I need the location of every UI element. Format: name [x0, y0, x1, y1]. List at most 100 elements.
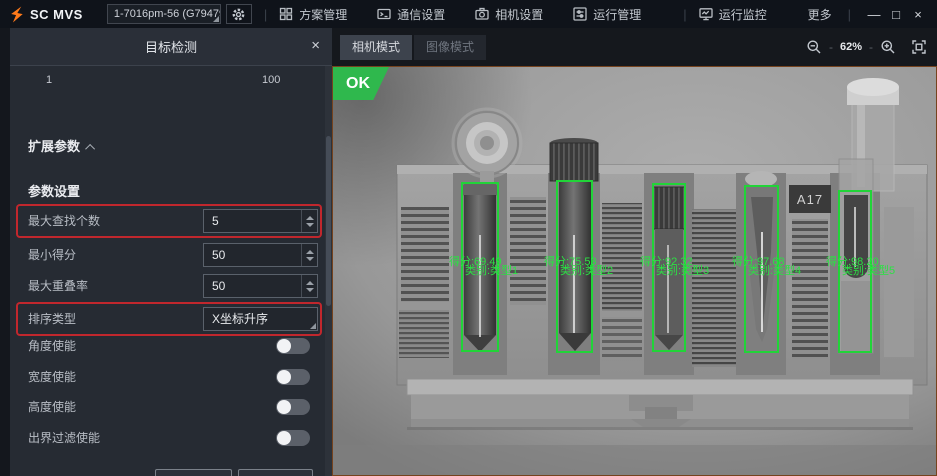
- toggle-row-width-enable: 宽度使能: [28, 367, 310, 387]
- chevron-up-icon: [85, 144, 95, 154]
- menu-run-monitor[interactable]: 运行监控: [699, 6, 767, 23]
- toggle-row-height-enable: 高度使能: [28, 397, 310, 417]
- zoom-in-icon[interactable]: [880, 39, 896, 55]
- camera-icon: [475, 7, 489, 21]
- slider-scale: 1 100: [10, 74, 310, 90]
- spin-down-icon[interactable]: [306, 257, 314, 261]
- height-enable-toggle[interactable]: [276, 399, 310, 415]
- toggle-row-outbound-filter-enable: 出界过滤使能: [28, 428, 310, 448]
- menu-label: 相机设置: [495, 6, 543, 23]
- detection-class-label: 类别:类型2: [560, 266, 613, 277]
- section-extended-params[interactable]: 扩展参数: [28, 136, 95, 155]
- param-label: 最大查找个数: [28, 206, 100, 236]
- spinner-buttons[interactable]: [301, 275, 317, 297]
- sort-type-dropdown[interactable]: X坐标升序: [203, 307, 318, 331]
- main-area: 目标检测 × 1 100 扩展参数 参数设置 最大查找个数 5 最小得分 50: [0, 28, 937, 476]
- scrollbar-thumb[interactable]: [326, 136, 331, 306]
- spinner-buttons[interactable]: [301, 210, 317, 232]
- spin-down-icon[interactable]: [306, 288, 314, 292]
- spin-up-icon[interactable]: [306, 250, 314, 254]
- tab-image-mode[interactable]: 图像模式: [414, 35, 486, 60]
- param-value: 50: [212, 275, 225, 297]
- monitor-icon: [699, 7, 713, 21]
- panel-close-icon[interactable]: ×: [311, 37, 320, 54]
- device-select-value: 1-7016pm-56 (G79479: [114, 8, 221, 20]
- param-value: 5: [212, 210, 219, 232]
- detection-class-label: 类别:类型3: [656, 266, 709, 277]
- toggle-knob: [277, 370, 291, 384]
- minimize-button[interactable]: —: [863, 7, 885, 22]
- zoom-level: 62%: [840, 41, 862, 53]
- toggle-row-angle-enable: 角度使能: [28, 336, 310, 356]
- target-detection-panel: 目标检测 × 1 100 扩展参数 参数设置 最大查找个数 5 最小得分 50: [10, 28, 332, 476]
- fit-view-button[interactable]: [911, 39, 927, 55]
- param-label: 最大重叠率: [28, 271, 88, 301]
- param-row-max-overlap: 最大重叠率 50: [18, 271, 320, 301]
- toggle-label: 宽度使能: [28, 370, 76, 384]
- panel-scrollbar[interactable]: [325, 66, 332, 476]
- max-overlap-input[interactable]: 50: [203, 274, 318, 298]
- param-label: 最小得分: [28, 240, 76, 270]
- toggle-knob: [277, 339, 291, 353]
- fit-view-icon: [911, 39, 927, 55]
- spinner-buttons[interactable]: [301, 244, 317, 266]
- toggle-knob: [277, 400, 291, 414]
- menu-label: 运行监控: [719, 6, 767, 23]
- rack-slot-label: A17: [789, 185, 831, 213]
- cancel-button-partial[interactable]: [238, 469, 313, 476]
- detection-class-label: 类别:类型1: [465, 266, 518, 277]
- spin-up-icon[interactable]: [306, 281, 314, 285]
- angle-enable-toggle[interactable]: [276, 338, 310, 354]
- device-select[interactable]: 1-7016pm-56 (G79479: [107, 4, 221, 24]
- menu-solution-management[interactable]: 方案管理: [279, 6, 347, 23]
- zoom-separator: -: [869, 40, 873, 54]
- zoom-separator: -: [829, 40, 833, 54]
- maximize-button[interactable]: □: [885, 7, 907, 22]
- spin-down-icon[interactable]: [306, 223, 314, 227]
- param-value: 50: [212, 244, 225, 266]
- image-viewport[interactable]: 得分:69.49类别:类型1得分:75.53类别:类型2得分:92.32类别:类…: [332, 66, 937, 476]
- toolbar-divider: |: [848, 7, 851, 22]
- param-row-min-score: 最小得分 50: [18, 240, 320, 270]
- title-bar: SC MVS 1-7016pm-56 (G79479 | 方案管理 通信设置 相…: [0, 0, 937, 28]
- left-rail: [0, 28, 10, 476]
- close-button[interactable]: ×: [907, 7, 929, 22]
- viewer-toolbar: 相机模式 图像模式 - 62% -: [332, 28, 937, 66]
- toggle-label: 角度使能: [28, 339, 76, 353]
- confirm-button-partial[interactable]: [155, 469, 232, 476]
- detections-layer: 得分:69.49类别:类型1得分:75.53类别:类型2得分:92.32类别:类…: [333, 67, 936, 475]
- panel-header: 目标检测 ×: [10, 28, 332, 66]
- menu-label: 方案管理: [299, 6, 347, 23]
- param-row-max-find-count: 最大查找个数 5: [18, 206, 320, 236]
- min-score-input[interactable]: 50: [203, 243, 318, 267]
- toggle-knob: [277, 431, 291, 445]
- sliders-icon: [573, 7, 587, 21]
- detection-class-label: 类别:类型5: [842, 266, 895, 277]
- width-enable-toggle[interactable]: [276, 369, 310, 385]
- menu-communication-settings[interactable]: 通信设置: [377, 6, 445, 23]
- terminal-icon: [377, 7, 391, 21]
- panel-title: 目标检测: [145, 37, 197, 56]
- outbound-filter-enable-toggle[interactable]: [276, 430, 310, 446]
- section-extended-label: 扩展参数: [28, 139, 80, 154]
- menu-run-management[interactable]: 运行管理: [573, 6, 641, 23]
- zoom-controls: - 62% -: [806, 39, 927, 55]
- toolbar-divider: |: [264, 7, 267, 22]
- more-button[interactable]: 更多: [808, 6, 832, 23]
- spin-up-icon[interactable]: [306, 216, 314, 220]
- toggle-label: 高度使能: [28, 400, 76, 414]
- max-find-count-input[interactable]: 5: [203, 209, 318, 233]
- tab-camera-mode[interactable]: 相机模式: [340, 35, 412, 60]
- device-settings-button[interactable]: [226, 4, 252, 24]
- image-viewer: 相机模式 图像模式 - 62% -: [332, 28, 937, 476]
- menu-label: 运行管理: [593, 6, 641, 23]
- app-title: SC MVS: [30, 7, 83, 22]
- param-label: 排序类型: [28, 304, 76, 334]
- slider-max-label: 100: [262, 74, 280, 86]
- logo-icon: [8, 6, 25, 23]
- gear-icon: [231, 7, 246, 22]
- app-logo: SC MVS: [8, 6, 83, 23]
- solution-icon: [279, 7, 293, 21]
- menu-camera-settings[interactable]: 相机设置: [475, 6, 543, 23]
- zoom-out-icon[interactable]: [806, 39, 822, 55]
